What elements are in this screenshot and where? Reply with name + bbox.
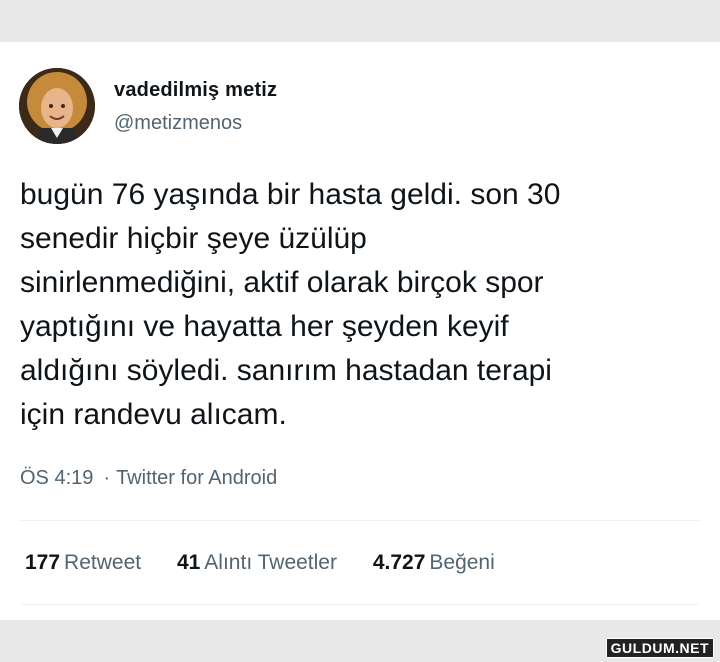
tweet-line: senedir hiçbir şeye üzülüp [20, 222, 367, 255]
divider [20, 520, 700, 521]
tweet-line: yaptığını ve hayatta her şeyden keyif [20, 310, 509, 343]
tweet-line: sinirlenmediğini, aktif olarak birçok sp… [20, 266, 544, 299]
profile-photo-icon [19, 68, 95, 144]
retweet-count[interactable]: 177 Retweet [25, 551, 141, 575]
tweet-line: aldığını söyledi. sanırım hastadan terap… [20, 354, 552, 387]
tweet-time[interactable]: ÖS 4:19 [20, 467, 93, 489]
tweet-stats: 177 Retweet 41 Alıntı Tweetler 4.727 Beğeni [25, 551, 525, 575]
tweet-source[interactable]: Twitter for Android [116, 467, 277, 489]
tweet-line: bugün 76 yaşında bir hasta geldi. son 30 [20, 178, 561, 211]
meta-separator: · [103, 467, 111, 489]
stat-count: 41 [176, 551, 201, 574]
stat-label: Retweet [64, 551, 142, 574]
tweet-line: için randevu alıcam. [20, 398, 287, 431]
author-display-name[interactable]: vadedilmiş metiz [114, 79, 277, 102]
stat-count: 4.727 [372, 551, 426, 574]
tweet-text: bugün 76 yaşında bir hasta geldi. son 30… [20, 173, 700, 437]
tweet-meta: ÖS 4:19 · Twitter for Android [20, 467, 277, 490]
stat-label: Beğeni [429, 551, 495, 574]
author-handle[interactable]: @metizmenos [114, 112, 242, 135]
divider [20, 604, 700, 605]
stat-count: 177 [25, 551, 61, 574]
avatar[interactable] [19, 68, 95, 144]
like-count[interactable]: 4.727 Beğeni [373, 551, 495, 575]
watermark: GULDUM.NET [605, 638, 714, 658]
stat-label: Alıntı Tweetler [204, 551, 337, 574]
quote-tweet-count[interactable]: 41 Alıntı Tweetler [177, 551, 337, 575]
